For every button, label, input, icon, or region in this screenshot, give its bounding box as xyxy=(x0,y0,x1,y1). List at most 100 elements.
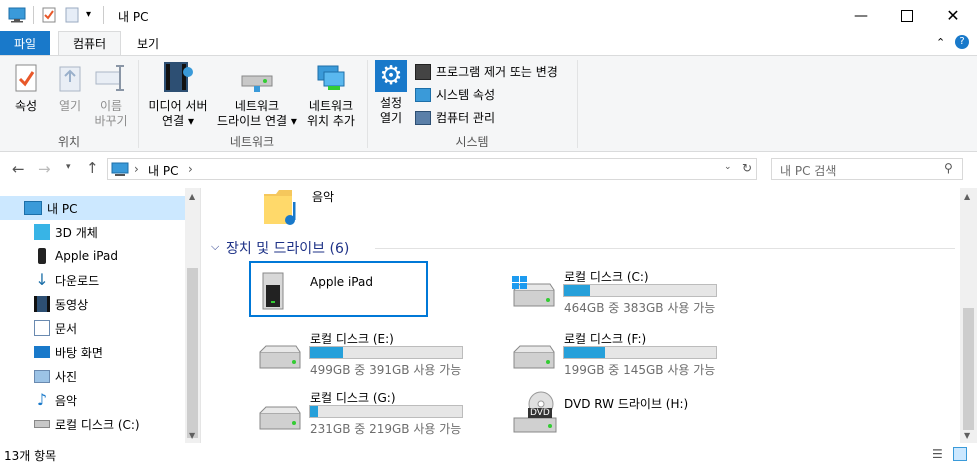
ribbon-collapse-icon[interactable]: ⌃ xyxy=(936,36,945,49)
device-label: Apple iPad xyxy=(310,275,373,289)
nav-item-documents[interactable]: 문서 xyxy=(0,316,185,340)
tab-computer[interactable]: 컴퓨터 xyxy=(58,31,121,55)
minimize-icon: — xyxy=(854,7,868,24)
section-divider xyxy=(375,248,955,249)
rename-button[interactable]: 이름 바꾸기 xyxy=(90,62,132,129)
nav-item-desktop[interactable]: 바탕 화면 xyxy=(0,340,185,364)
drive-usage-bar xyxy=(563,284,717,297)
open-icon xyxy=(59,66,81,92)
close-button[interactable]: ✕ xyxy=(930,0,976,31)
uninstall-label: 프로그램 제거 또는 변경 xyxy=(436,65,558,79)
maximize-button[interactable] xyxy=(884,0,930,31)
scroll-up-icon[interactable]: ▲ xyxy=(964,192,970,201)
map-drive-icon xyxy=(241,75,273,92)
cube-icon xyxy=(34,224,50,240)
gear-icon: ⚙ xyxy=(375,60,407,92)
map-drive-button[interactable]: 네트워크 드라이브 연결 ▾ xyxy=(214,60,300,129)
tab-view[interactable]: 보기 xyxy=(128,31,168,55)
quick-access-dropdown-icon[interactable]: ▾ xyxy=(86,9,91,20)
properties-button[interactable]: 속성 xyxy=(6,62,46,114)
nav-item-videos[interactable]: 동영상 xyxy=(0,292,185,316)
drive-info: 499GB 중 391GB 사용 가능 xyxy=(310,363,462,377)
settings-label-1: 설정 xyxy=(379,96,403,110)
device-apple-ipad[interactable]: Apple iPad xyxy=(249,261,428,317)
search-input[interactable]: 내 PC 검색 ⚲ xyxy=(771,158,963,180)
nav-item-apple-ipad[interactable]: Apple iPad xyxy=(0,244,185,268)
computer-management-button[interactable]: 컴퓨터 관리 xyxy=(415,109,495,126)
details-view-icon[interactable]: ☰ xyxy=(932,447,943,461)
system-properties-label: 시스템 속성 xyxy=(436,88,496,102)
breadcrumb-root[interactable]: 내 PC xyxy=(148,162,178,179)
nav-item-pictures[interactable]: 사진 xyxy=(0,364,185,388)
content-scrollbar[interactable]: ▲ ▼ xyxy=(960,188,977,443)
drive-icon xyxy=(259,406,301,430)
address-bar[interactable]: › 내 PC › ⌄ ↻ xyxy=(107,158,757,180)
open-button[interactable]: 열기 xyxy=(50,62,90,114)
status-bar: 13개 항목 ☰ xyxy=(0,443,977,467)
nav-item-3d-objects[interactable]: 3D 개체 xyxy=(0,220,185,244)
media-server-label-2: 연결 ▾ xyxy=(162,114,194,128)
recent-locations-icon[interactable]: ▾ xyxy=(66,162,71,172)
phone-icon xyxy=(38,248,46,264)
maximize-icon xyxy=(901,9,913,22)
drive-usage-bar xyxy=(309,405,463,418)
music-folder[interactable] xyxy=(262,186,302,231)
section-collapse-chevron-icon[interactable]: ⌵ xyxy=(211,240,219,254)
drive-info: 199GB 중 145GB 사용 가능 xyxy=(564,363,716,377)
drive-icon xyxy=(513,345,555,369)
properties-label: 속성 xyxy=(14,99,38,113)
media-server-button[interactable]: 미디어 서버 연결 ▾ xyxy=(142,60,214,129)
nav-item-label: 음악 xyxy=(55,393,78,408)
music-folder-icon xyxy=(264,190,296,225)
nav-item-label: 사진 xyxy=(55,369,78,384)
network-location-icon xyxy=(317,65,345,90)
address-dropdown-icon[interactable]: ⌄ xyxy=(724,162,732,172)
window-title: 내 PC xyxy=(118,10,149,24)
drive-usage-fill xyxy=(310,347,344,358)
scrollbar-thumb[interactable] xyxy=(963,308,974,430)
open-settings-button[interactable]: ⚙ 설정 열기 xyxy=(371,60,411,126)
scroll-down-icon[interactable]: ▼ xyxy=(189,431,195,440)
scrollbar-thumb[interactable] xyxy=(187,268,198,438)
drive-info: 231GB 중 219GB 사용 가능 xyxy=(310,422,462,436)
item-count: 13개 항목 xyxy=(4,449,57,463)
drive-icon xyxy=(34,420,50,428)
tab-file[interactable]: 파일 xyxy=(0,31,50,55)
breadcrumb-chevron-icon[interactable]: › xyxy=(188,162,193,176)
refresh-icon[interactable]: ↻ xyxy=(742,161,752,175)
nav-item-this-pc[interactable]: 내 PC xyxy=(0,196,185,220)
back-arrow-icon[interactable]: ← xyxy=(12,160,25,178)
drive-label: 로컬 디스크 (G:) xyxy=(310,391,396,405)
forward-arrow-icon[interactable]: → xyxy=(38,160,51,178)
uninstall-program-button[interactable]: 프로그램 제거 또는 변경 xyxy=(415,63,558,80)
nav-item-downloads[interactable]: ↓ 다운로드 xyxy=(0,268,185,292)
section-title[interactable]: 장치 및 드라이브 (6) xyxy=(226,238,349,258)
pane-divider xyxy=(200,188,201,443)
minimize-button[interactable]: — xyxy=(838,0,884,31)
system-properties-button[interactable]: 시스템 속성 xyxy=(415,86,495,103)
breadcrumb-chevron-icon[interactable]: › xyxy=(134,162,139,176)
add-network-location-button[interactable]: 네트워크 위치 추가 xyxy=(300,60,362,129)
properties-icon xyxy=(15,64,37,92)
nav-item-local-disk-c[interactable]: 로컬 디스크 (C:) xyxy=(0,412,185,436)
nav-item-label: 바탕 화면 xyxy=(55,345,103,360)
navigation-scrollbar[interactable]: ▲ ▼ xyxy=(185,188,200,443)
computer-icon xyxy=(8,7,26,23)
nav-item-music[interactable]: ♪ 음악 xyxy=(0,388,185,412)
scroll-down-icon[interactable]: ▼ xyxy=(964,431,970,440)
rename-icon xyxy=(95,65,124,91)
new-folder-quick-icon[interactable] xyxy=(65,7,79,23)
document-icon xyxy=(34,320,50,336)
nav-item-label: 로컬 디스크 (C:) xyxy=(55,417,140,432)
scroll-up-icon[interactable]: ▲ xyxy=(189,192,195,201)
media-server-label-1: 미디어 서버 xyxy=(148,99,208,113)
properties-quick-icon[interactable] xyxy=(42,7,56,23)
up-arrow-icon[interactable]: ↑ xyxy=(86,159,99,177)
large-icons-view-icon[interactable] xyxy=(953,447,967,461)
help-icon[interactable]: ? xyxy=(955,35,969,49)
drive-usage-fill xyxy=(564,347,606,358)
drive-label: DVD RW 드라이브 (H:) xyxy=(564,397,689,411)
settings-label-2: 열기 xyxy=(379,111,403,125)
nav-item-label: 3D 개체 xyxy=(55,225,98,240)
drive-label: 로컬 디스크 (E:) xyxy=(310,332,394,346)
